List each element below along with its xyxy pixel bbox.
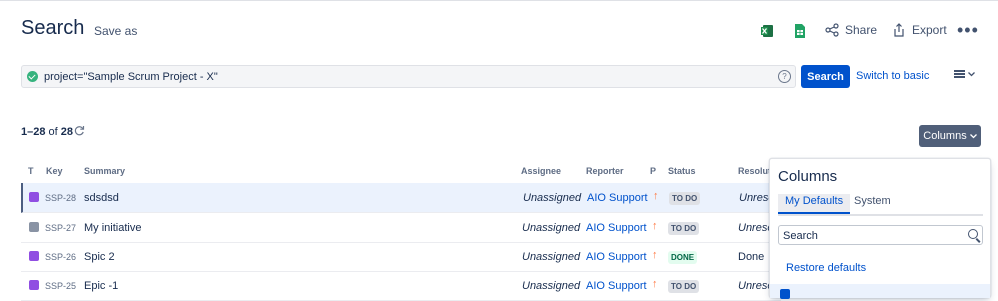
- priority-icon: ↑: [652, 249, 658, 261]
- table-row[interactable]: SSP-25 Epic -1 Unassigned AIO Support ↑ …: [21, 271, 781, 301]
- issue-summary[interactable]: Epic -1: [84, 280, 118, 292]
- columns-tabs: My Defaults System: [778, 194, 983, 216]
- priority-icon: ↑: [652, 278, 658, 290]
- export-button[interactable]: Export: [892, 23, 947, 37]
- columns-button-label: Columns: [923, 130, 967, 142]
- columns-button[interactable]: Columns: [919, 125, 981, 147]
- status-badge: DONE: [668, 251, 698, 264]
- chevron-down-icon: [968, 71, 975, 76]
- restore-defaults-link[interactable]: Restore defaults: [786, 262, 866, 274]
- jql-query-field[interactable]: project="Sample Scrum Project - X" ?: [21, 65, 796, 88]
- search-button[interactable]: Search: [801, 65, 850, 88]
- issue-assignee: Unassigned: [522, 280, 581, 292]
- save-as-button[interactable]: Save as: [94, 24, 137, 38]
- share-button[interactable]: Share: [825, 23, 877, 37]
- priority-icon: ↑: [653, 190, 659, 202]
- issue-assignee: Unassigned: [522, 251, 581, 263]
- google-sheets-icon[interactable]: [792, 23, 808, 39]
- table-row[interactable]: SSP-26 Spic 2 Unassigned AIO Support ↑ D…: [21, 242, 781, 272]
- columns-search-field[interactable]: [778, 225, 983, 245]
- export-label: Export: [912, 23, 947, 37]
- columns-search-input[interactable]: [779, 227, 967, 245]
- result-count: 1–28 of 28: [21, 126, 73, 138]
- issue-summary[interactable]: My initiative: [84, 222, 141, 234]
- status-badge: TO DO: [668, 280, 700, 293]
- priority-icon: ↑: [652, 220, 658, 232]
- issue-key[interactable]: SSP-27: [45, 223, 76, 233]
- issue-reporter[interactable]: AIO Support: [586, 280, 647, 292]
- share-label: Share: [845, 23, 878, 37]
- export-icon: [894, 23, 904, 37]
- col-header-reporter[interactable]: Reporter: [586, 166, 624, 176]
- result-range: 1–28: [21, 126, 46, 138]
- switch-to-basic-link[interactable]: Switch to basic: [856, 70, 929, 82]
- valid-query-icon: [27, 71, 38, 82]
- refresh-icon[interactable]: [74, 125, 85, 136]
- more-actions-button[interactable]: •••: [957, 21, 979, 39]
- tab-system[interactable]: System: [854, 194, 891, 212]
- tab-my-defaults[interactable]: My Defaults: [778, 194, 851, 214]
- col-header-key[interactable]: Key: [46, 166, 63, 176]
- issue-reporter[interactable]: AIO Support: [586, 222, 647, 234]
- page-title: Search: [21, 17, 85, 39]
- list-view-icon: [954, 70, 965, 78]
- status-badge: TO DO: [669, 192, 701, 205]
- issue-key[interactable]: SSP-25: [45, 281, 76, 291]
- share-icon: [825, 23, 839, 37]
- columns-panel: Columns My Defaults System Restore defau…: [769, 158, 991, 299]
- issue-assignee: Unassigned: [523, 192, 582, 204]
- issue-reporter[interactable]: AIO Support: [586, 251, 647, 263]
- result-total: 28: [60, 126, 74, 138]
- col-header-resolution[interactable]: Resolut: [738, 166, 771, 176]
- col-header-assignee[interactable]: Assignee: [521, 166, 561, 176]
- excel-export-icon[interactable]: [760, 23, 776, 39]
- column-option-row[interactable]: [770, 284, 990, 299]
- status-badge: TO DO: [668, 222, 700, 235]
- issue-resolution: Done: [738, 251, 765, 263]
- columns-panel-title: Columns: [778, 168, 838, 185]
- epic-icon: [29, 192, 39, 202]
- search-icon: [968, 229, 978, 239]
- jql-query-text: project="Sample Scrum Project - X": [44, 70, 218, 83]
- layout-menu-button[interactable]: [954, 70, 975, 78]
- issue-key[interactable]: SSP-28: [45, 193, 76, 203]
- epic-icon: [29, 280, 39, 290]
- chevron-down-icon: [969, 133, 977, 138]
- issue-summary[interactable]: Spic 2: [84, 251, 115, 263]
- col-header-priority[interactable]: P: [650, 166, 656, 176]
- epic-icon: [29, 251, 39, 261]
- issue-assignee: Unassigned: [522, 222, 581, 234]
- col-header-status[interactable]: Status: [668, 166, 696, 176]
- initiative-icon: [29, 222, 39, 232]
- result-of: of: [48, 126, 58, 138]
- issue-key[interactable]: SSP-26: [45, 252, 76, 262]
- help-icon[interactable]: ?: [778, 70, 791, 83]
- col-header-summary[interactable]: Summary: [84, 166, 125, 176]
- issue-summary[interactable]: sdsdsd: [84, 192, 119, 204]
- table-row[interactable]: SSP-28 sdsdsd Unassigned AIO Support ↑ T…: [21, 183, 783, 213]
- issue-reporter[interactable]: AIO Support: [587, 192, 648, 204]
- col-header-type[interactable]: T: [28, 166, 34, 176]
- table-row[interactable]: SSP-27 My initiative Unassigned AIO Supp…: [21, 213, 781, 243]
